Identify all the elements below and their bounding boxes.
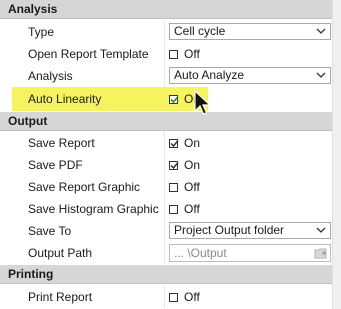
property-row-save-report: Save Report On — [0, 132, 332, 154]
property-row-save-histogram-graphic: Save Histogram Graphic Off — [0, 198, 332, 220]
type-combo[interactable]: Cell cycle — [169, 23, 331, 40]
analysis-combo-value: Auto Analyze — [174, 68, 245, 82]
section-header-output[interactable]: Output — [0, 112, 332, 131]
print-report-toggle[interactable]: Off — [169, 286, 200, 308]
property-row-save-to: Save To Project Output folder — [0, 220, 332, 242]
property-label-save-to: Save To — [28, 224, 72, 238]
property-label-save-report: Save Report — [28, 136, 95, 150]
save-report-graphic-toggle[interactable]: Off — [169, 176, 200, 198]
section-header-printing[interactable]: Printing — [0, 265, 332, 284]
property-label-save-report-graphic: Save Report Graphic — [28, 180, 141, 194]
type-combo-value: Cell cycle — [174, 24, 226, 38]
save-pdf-value: On — [184, 158, 201, 172]
property-row-auto-linearity: Auto Linearity On — [0, 88, 332, 110]
chevron-down-icon — [316, 72, 326, 78]
property-label-auto-linearity: Auto Linearity — [28, 92, 102, 106]
save-histogram-graphic-toggle[interactable]: Off — [169, 198, 200, 220]
checkbox-icon[interactable] — [169, 95, 179, 104]
checkmark-icon — [170, 140, 179, 148]
section-header-analysis[interactable]: Analysis — [0, 0, 332, 19]
property-row-analysis: Analysis Auto Analyze — [0, 65, 332, 87]
checkbox-icon[interactable] — [169, 50, 178, 59]
folder-icon[interactable] — [314, 246, 328, 260]
property-label-save-histogram-graphic: Save Histogram Graphic — [28, 202, 159, 216]
save-pdf-toggle[interactable]: On — [169, 154, 200, 176]
chevron-down-icon — [316, 28, 326, 34]
save-report-toggle[interactable]: On — [169, 132, 200, 154]
property-row-type: Type Cell cycle — [0, 21, 332, 43]
save-to-combo[interactable]: Project Output folder — [169, 222, 331, 239]
save-to-combo-value: Project Output folder — [174, 223, 285, 237]
property-row-output-path: Output Path ... \Output — [0, 242, 332, 264]
checkbox-icon[interactable] — [169, 293, 178, 302]
property-label-analysis: Analysis — [28, 69, 73, 83]
checkbox-icon[interactable] — [169, 205, 178, 214]
property-row-print-report: Print Report Off — [0, 286, 332, 308]
save-histogram-graphic-value: Off — [184, 202, 200, 216]
checkbox-icon[interactable] — [169, 139, 179, 148]
property-label-open-report-template: Open Report Template — [28, 47, 149, 61]
save-report-value: On — [184, 136, 201, 150]
output-path-field[interactable]: ... \Output — [169, 244, 331, 262]
checkbox-icon[interactable] — [169, 161, 179, 170]
open-report-template-toggle[interactable]: Off — [169, 43, 200, 65]
checkbox-icon[interactable] — [169, 183, 178, 192]
property-label-save-pdf: Save PDF — [28, 158, 83, 172]
analysis-combo[interactable]: Auto Analyze — [169, 67, 331, 84]
checkmark-icon — [170, 95, 179, 104]
checkmark-icon — [170, 162, 179, 170]
property-row-open-report-template: Open Report Template Off — [0, 43, 332, 65]
property-label-print-report: Print Report — [28, 290, 93, 304]
property-label-type: Type — [28, 25, 55, 39]
print-report-value: Off — [184, 290, 200, 304]
vertical-scrollbar[interactable] — [332, 0, 341, 309]
property-label-output-path: Output Path — [28, 246, 93, 260]
property-row-save-report-graphic: Save Report Graphic Off — [0, 176, 332, 198]
property-grid: Analysis Type Cell cycle Open Report Tem… — [0, 0, 341, 309]
property-row-save-pdf: Save PDF On — [0, 154, 332, 176]
mouse-pointer-icon — [194, 89, 212, 115]
chevron-down-icon — [316, 227, 326, 233]
open-report-template-value: Off — [184, 47, 200, 61]
output-path-value: ... \Output — [174, 246, 227, 260]
save-report-graphic-value: Off — [184, 180, 200, 194]
